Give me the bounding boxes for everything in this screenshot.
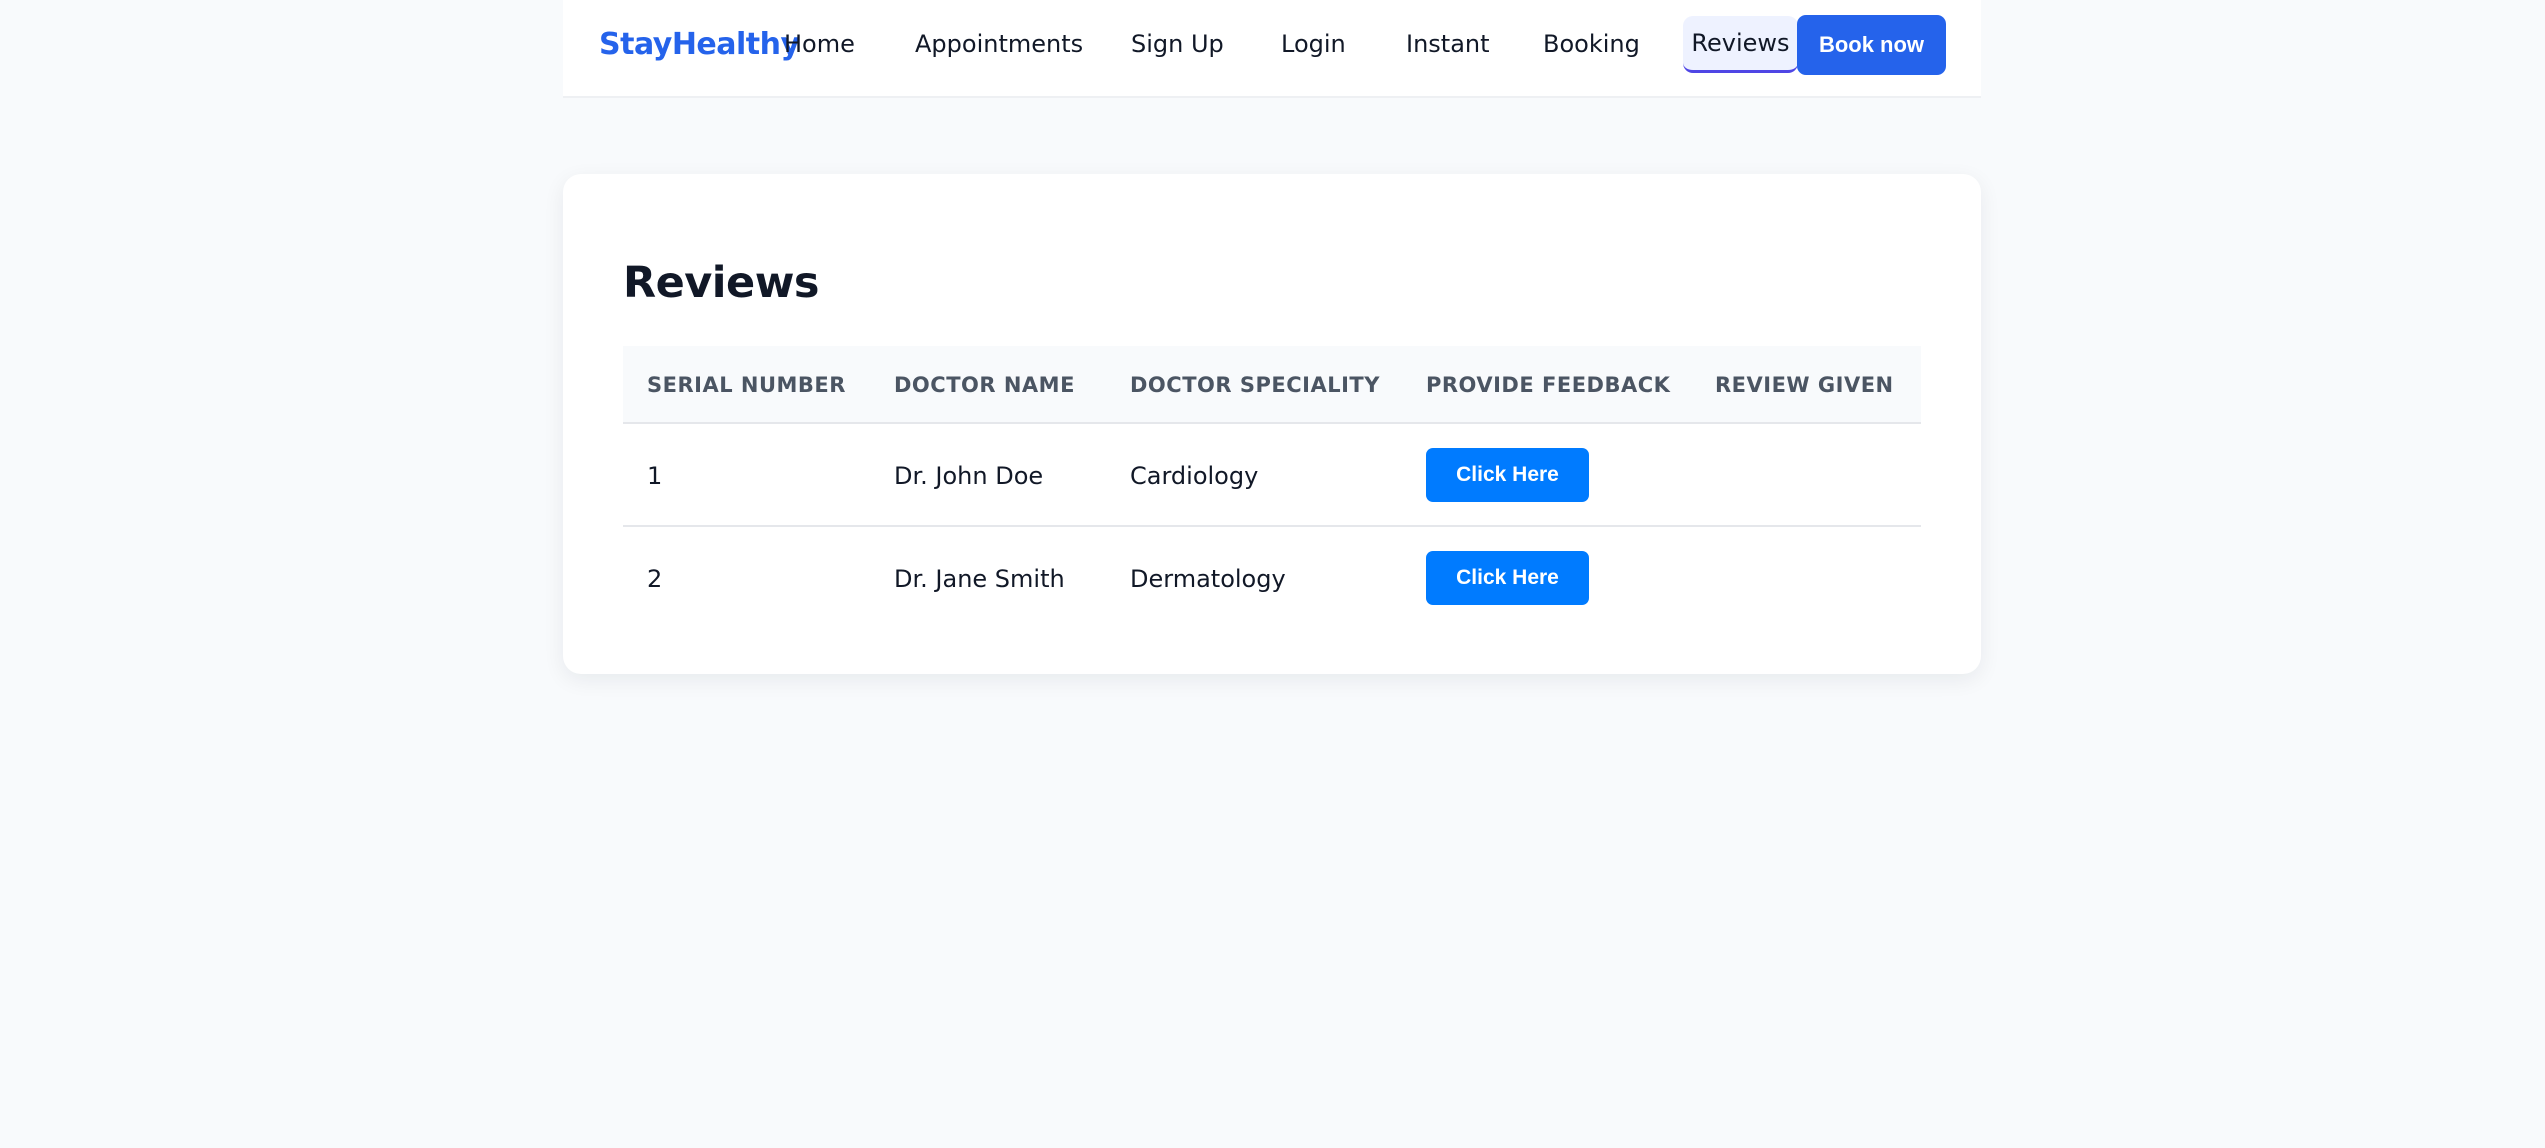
column-serial-number: SERIAL NUMBER [647, 373, 846, 397]
table-header: SERIAL NUMBER DOCTOR NAME DOCTOR SPECIAL… [623, 346, 1921, 424]
nav-home[interactable]: Home [784, 30, 855, 58]
nav-booking[interactable]: Booking [1543, 30, 1640, 58]
nav-sign-up[interactable]: Sign Up [1131, 30, 1224, 58]
brand-logo[interactable]: StayHealthy [599, 27, 800, 62]
cell-doctor-name: Dr. John Doe [894, 462, 1044, 490]
column-provide-feedback: PROVIDE FEEDBACK [1426, 373, 1671, 397]
cell-serial-number: 2 [647, 565, 663, 593]
top-navbar: StayHealthy Home Appointments Sign Up Lo… [563, 0, 1981, 98]
cell-doctor-speciality: Dermatology [1130, 565, 1286, 593]
reviews-table: SERIAL NUMBER DOCTOR NAME DOCTOR SPECIAL… [623, 346, 1921, 630]
book-now-button[interactable]: Book now [1797, 15, 1946, 75]
nav-login[interactable]: Login [1281, 30, 1346, 58]
provide-feedback-button[interactable]: Click Here [1426, 448, 1589, 502]
nav-appointments[interactable]: Appointments [915, 30, 1083, 58]
provide-feedback-button[interactable]: Click Here [1426, 551, 1589, 605]
reviews-card: Reviews SERIAL NUMBER DOCTOR NAME DOCTOR… [563, 174, 1981, 674]
table-row: 1 Dr. John Doe Cardiology Click Here [623, 424, 1921, 527]
nav-reviews-active[interactable]: Reviews [1683, 16, 1798, 73]
column-doctor-speciality: DOCTOR SPECIALITY [1130, 373, 1380, 397]
cell-doctor-speciality: Cardiology [1130, 462, 1259, 490]
nav-instant[interactable]: Instant [1406, 30, 1490, 58]
page-title: Reviews [623, 258, 820, 308]
column-doctor-name: DOCTOR NAME [894, 373, 1075, 397]
cell-serial-number: 1 [647, 462, 663, 490]
table-row: 2 Dr. Jane Smith Dermatology Click Here [623, 527, 1921, 630]
column-review-given: REVIEW GIVEN [1715, 373, 1894, 397]
cell-doctor-name: Dr. Jane Smith [894, 565, 1065, 593]
